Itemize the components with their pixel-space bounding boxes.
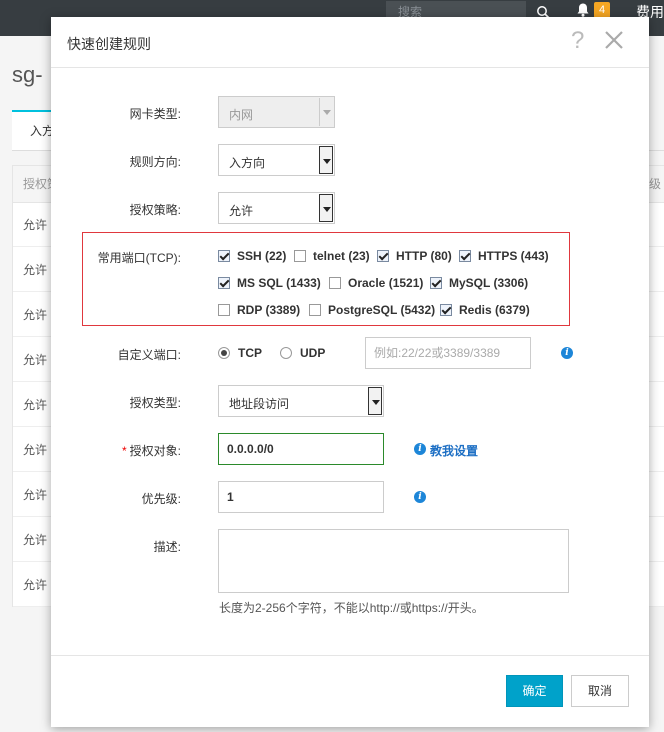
policy-cell: 允许 [23,263,48,277]
page-title: sg- [12,62,43,87]
direction-value: 入方向 [229,156,266,170]
quick-create-rule-dialog: 快速创建规则 ? 网卡类型: 内网 规则方向: 入方向 授权策略: 允许 常用端… [51,17,649,727]
chevron-down-icon[interactable] [368,387,382,415]
port-label: HTTPS (443) [478,249,549,263]
policy-label: 授权策略: [129,203,181,217]
priority-input[interactable]: 1 [218,481,384,513]
port-checkbox-telnet[interactable]: telnet (23) [294,249,370,263]
nic-type-select: 内网 [218,96,335,128]
priority-label: 优先级: [141,492,181,506]
protocol-radio-udp[interactable]: UDP [280,346,325,360]
close-icon[interactable] [603,29,625,51]
tab-inbound[interactable]: 入方 [12,110,56,150]
port-checkbox-rdp[interactable]: RDP (3389) [218,303,300,317]
info-icon[interactable]: i [414,491,426,503]
auth-object-input[interactable]: 0.0.0.0/0 [218,433,384,465]
auth-type-value: 地址段访问 [229,397,290,411]
confirm-button[interactable]: 确定 [506,675,563,707]
port-label: telnet (23) [313,249,370,263]
port-label: PostgreSQL (5432) [328,303,436,317]
port-checkbox-mssql[interactable]: MS SQL (1433) [218,276,321,290]
radio-icon[interactable] [218,347,230,359]
custom-port-input[interactable]: 例如:22/22或3389/3389 [365,337,531,369]
help-setup-link[interactable]: 教我设置 [430,442,478,459]
policy-select[interactable]: 允许 [218,192,335,224]
port-checkbox-mysql[interactable]: MySQL (3306) [430,276,528,290]
chevron-down-icon [319,98,333,126]
port-label: SSH (22) [237,249,287,263]
chevron-down-icon[interactable] [319,194,333,222]
policy-value: 允许 [229,204,254,218]
port-checkbox-oracle[interactable]: Oracle (1521) [329,276,423,290]
policy-cell: 允许 [23,578,48,592]
port-label: Oracle (1521) [348,276,424,290]
protocol-label: UDP [300,346,326,360]
info-icon[interactable]: i [561,347,573,359]
port-checkbox-https[interactable]: HTTPS (443) [459,249,549,263]
policy-cell: 允许 [23,533,48,547]
port-checkbox-redis[interactable]: Redis (6379) [440,303,530,317]
info-icon: i [414,443,426,455]
port-checkbox-postgresql[interactable]: PostgreSQL (5432) [309,303,435,317]
policy-cell: 允许 [23,308,48,322]
description-hint: 长度为2-256个字符，不能以http://或https://开头。 [219,601,484,615]
port-label: HTTP (80) [396,249,452,263]
port-checkbox-ssh[interactable]: SSH (22) [218,249,286,263]
port-label: MS SQL (1433) [237,276,321,290]
policy-cell: 允许 [23,218,48,232]
nic-type-value: 内网 [229,108,254,122]
protocol-label: TCP [238,346,262,360]
checkbox-icon[interactable] [459,250,471,262]
port-label: Redis (6379) [459,303,530,317]
auth-object-label-text: 授权对象: [129,444,181,458]
auth-type-select[interactable]: 地址段访问 [218,385,384,417]
required-mark: * [121,444,127,458]
policy-cell: 允许 [23,488,48,502]
dialog-title: 快速创建规则 [67,36,151,52]
custom-port-label: 自定义端口: [117,348,181,362]
description-textarea[interactable] [218,529,569,593]
auth-type-label: 授权类型: [129,396,181,410]
radio-icon[interactable] [280,347,292,359]
checkbox-icon[interactable] [218,250,230,262]
notification-badge: 4 [594,2,610,18]
checkbox-icon[interactable] [218,277,230,289]
help-icon[interactable]: ? [571,27,584,55]
table-header-priority: 级 [649,177,662,191]
checkbox-icon[interactable] [430,277,442,289]
bell-icon[interactable] [575,2,591,18]
policy-cell: 允许 [23,353,48,367]
policy-cell: 允许 [23,443,48,457]
auth-object-label: * 授权对象: [51,442,181,459]
checkbox-icon[interactable] [329,277,341,289]
direction-select[interactable]: 入方向 [218,144,335,176]
port-checkbox-http[interactable]: HTTP (80) [377,249,452,263]
description-label: 描述: [153,540,181,554]
cancel-button[interactable]: 取消 [571,675,629,707]
port-label: RDP (3389) [237,303,301,317]
checkbox-icon[interactable] [440,304,452,316]
checkbox-icon[interactable] [309,304,321,316]
dialog-footer: 确定 取消 [51,655,649,728]
checkbox-icon[interactable] [377,250,389,262]
protocol-radio-tcp[interactable]: TCP [218,346,262,360]
dialog-header: 快速创建规则 ? [51,17,649,68]
nic-type-label: 网卡类型: [129,107,181,121]
common-ports-label: 常用端口(TCP): [97,251,181,265]
port-label: MySQL (3306) [449,276,529,290]
checkbox-icon[interactable] [294,250,306,262]
checkbox-icon[interactable] [218,304,230,316]
policy-cell: 允许 [23,398,48,412]
chevron-down-icon[interactable] [319,146,333,174]
direction-label: 规则方向: [129,155,181,169]
